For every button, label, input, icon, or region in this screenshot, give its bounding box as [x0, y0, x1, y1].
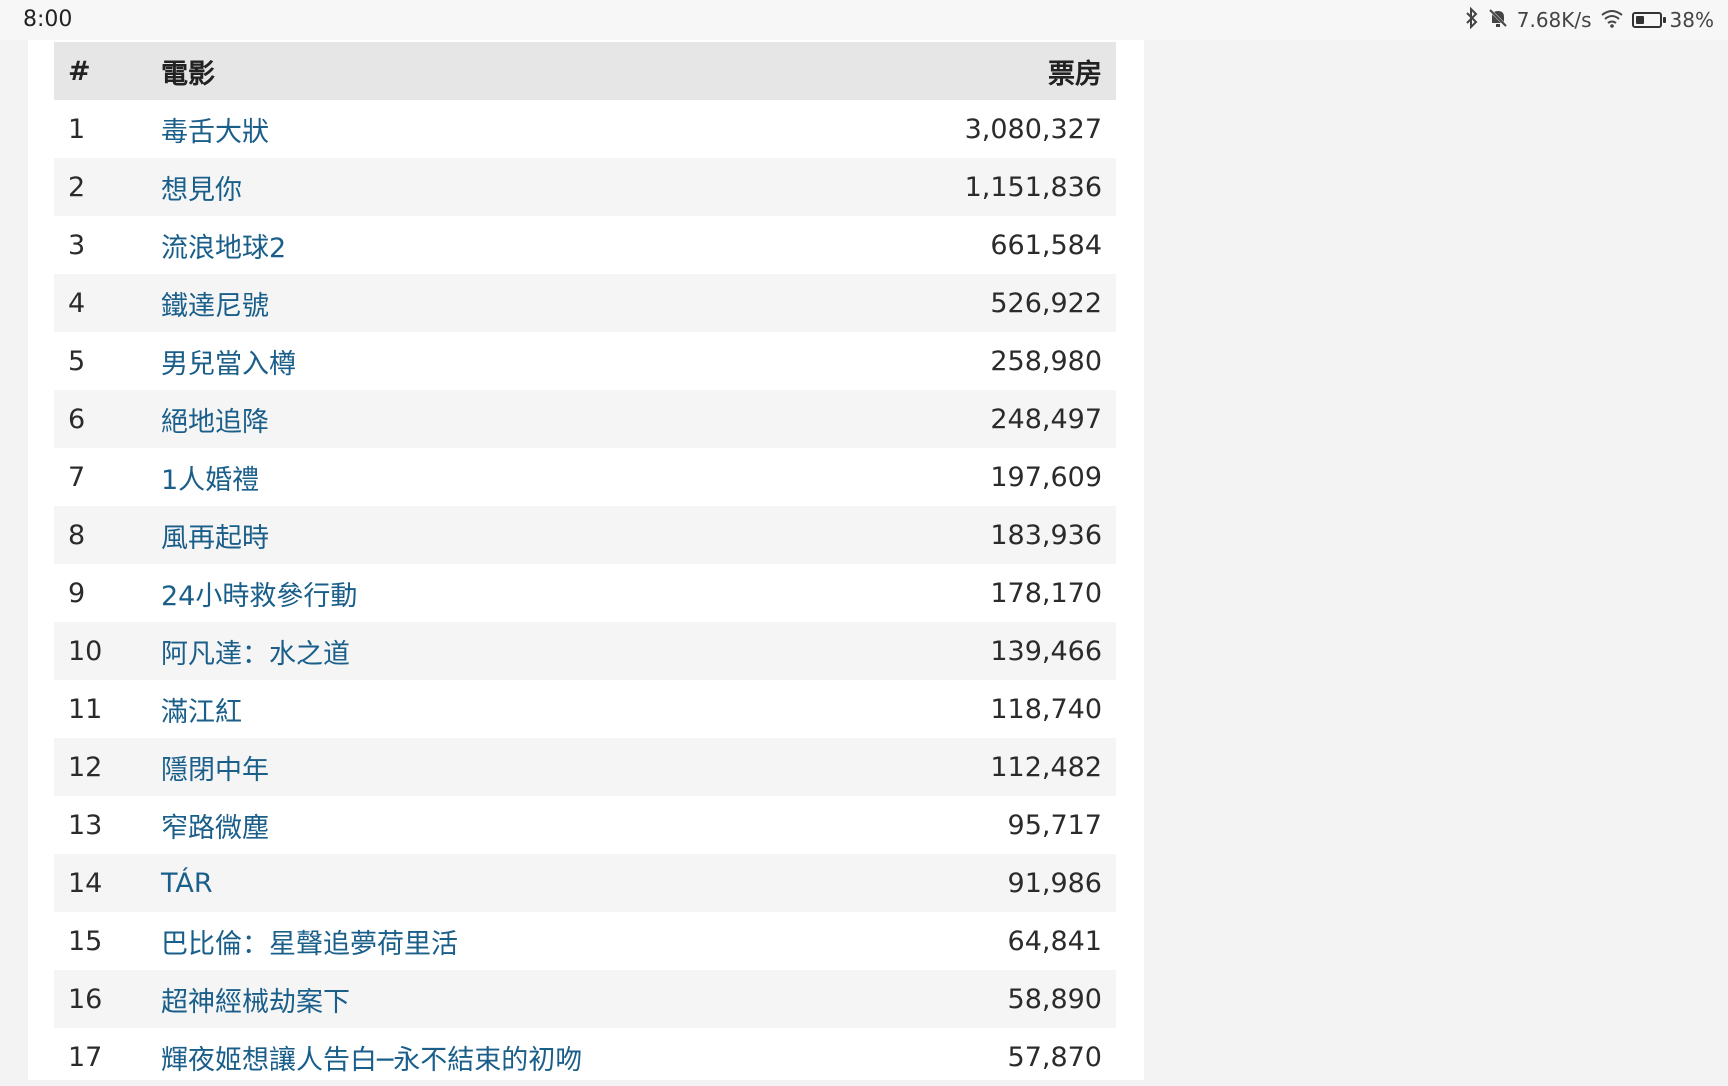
rank-cell: 10 [68, 635, 103, 667]
rank-cell: 4 [68, 287, 86, 319]
gross-cell: 95,717 [1007, 809, 1102, 841]
table-header-row: # 電影 票房 [54, 42, 1116, 100]
rank-cell: 2 [68, 171, 86, 203]
movie-link[interactable]: 流浪地球2 [161, 226, 286, 265]
gross-cell: 112,482 [990, 751, 1102, 783]
table-row: 14 TÁR 91,986 [54, 854, 1116, 912]
gross-cell: 197,609 [990, 461, 1102, 493]
rank-cell: 17 [68, 1041, 103, 1073]
rank-cell: 15 [68, 925, 103, 957]
movie-link[interactable]: 巴比倫：星聲追夢荷里活 [161, 922, 458, 961]
battery-percent: 38% [1669, 8, 1714, 32]
box-office-table: # 電影 票房 1 毒舌大狀 3,080,327 2 想見你 1,151,836 3 流浪地球… [54, 42, 1116, 1086]
table-row: 12 隱閉中年 112,482 [54, 738, 1116, 796]
table-row: 4 鐵達尼號 526,922 [54, 274, 1116, 332]
mute-icon [1487, 7, 1509, 33]
table-row: 13 窄路微塵 95,717 [54, 796, 1116, 854]
gross-cell: 3,080,327 [964, 113, 1102, 145]
movie-link[interactable]: 風再起時 [161, 516, 269, 555]
rank-cell: 1 [68, 113, 86, 145]
rank-cell: 11 [68, 693, 103, 725]
gross-cell: 57,870 [1007, 1041, 1102, 1073]
gross-cell: 258,980 [990, 345, 1102, 377]
rank-cell: 16 [68, 983, 103, 1015]
status-bar: 8:00 7.68K/s 38% [0, 0, 1728, 40]
movie-link[interactable]: 1人婚禮 [161, 458, 259, 497]
gross-cell: 248,497 [990, 403, 1102, 435]
table-row: 10 阿凡達：水之道 139,466 [54, 622, 1116, 680]
bluetooth-icon [1465, 6, 1479, 33]
header-gross[interactable]: 票房 [1048, 52, 1102, 91]
table-row: 11 滿江紅 118,740 [54, 680, 1116, 738]
gross-cell: 118,740 [990, 693, 1102, 725]
table-row: 16 超神經械劫案下 58,890 [54, 970, 1116, 1028]
movie-link[interactable]: 24小時救參行動 [161, 574, 357, 613]
table-row: 1 毒舌大狀 3,080,327 [54, 100, 1116, 158]
gross-cell: 526,922 [990, 287, 1102, 319]
battery-icon [1631, 12, 1666, 28]
table-row: 17 輝夜姬想讓人告白─永不結束的初吻 57,870 [54, 1028, 1116, 1086]
gross-cell: 91,986 [1007, 867, 1102, 899]
movie-link[interactable]: 超神經械劫案下 [161, 980, 350, 1019]
movie-link[interactable]: 男兒當入樽 [161, 342, 296, 381]
rank-cell: 12 [68, 751, 103, 783]
table-row: 15 巴比倫：星聲追夢荷里活 64,841 [54, 912, 1116, 970]
movie-link[interactable]: 絕地追降 [161, 400, 269, 439]
movie-link[interactable]: 滿江紅 [161, 690, 242, 729]
gross-cell: 64,841 [1007, 925, 1102, 957]
table-row: 2 想見你 1,151,836 [54, 158, 1116, 216]
rank-cell: 9 [68, 577, 86, 609]
movie-link[interactable]: 鐵達尼號 [161, 284, 269, 323]
table-row: 5 男兒當入樽 258,980 [54, 332, 1116, 390]
movie-link[interactable]: TÁR [161, 868, 213, 899]
table-row: 3 流浪地球2 661,584 [54, 216, 1116, 274]
gross-cell: 1,151,836 [964, 171, 1102, 203]
rank-cell: 6 [68, 403, 86, 435]
gross-cell: 183,936 [990, 519, 1102, 551]
header-rank[interactable]: # [68, 56, 91, 87]
table-row: 8 風再起時 183,936 [54, 506, 1116, 564]
rank-cell: 8 [68, 519, 86, 551]
table-row: 6 絕地追降 248,497 [54, 390, 1116, 448]
status-icons: 7.68K/s 38% [1465, 6, 1714, 33]
movie-link[interactable]: 隱閉中年 [161, 748, 269, 787]
header-movie[interactable]: 電影 [161, 52, 215, 91]
movie-link[interactable]: 窄路微塵 [161, 806, 269, 845]
movie-link[interactable]: 阿凡達：水之道 [161, 632, 350, 671]
movie-link[interactable]: 想見你 [161, 168, 242, 207]
movie-link[interactable]: 毒舌大狀 [161, 110, 269, 149]
rank-cell: 7 [68, 461, 86, 493]
gross-cell: 661,584 [990, 229, 1102, 261]
net-speed: 7.68K/s [1516, 8, 1592, 32]
gross-cell: 178,170 [990, 577, 1102, 609]
wifi-icon [1600, 8, 1624, 32]
table-row: 7 1人婚禮 197,609 [54, 448, 1116, 506]
movie-link[interactable]: 輝夜姬想讓人告白─永不結束的初吻 [161, 1038, 582, 1077]
table-row: 9 24小時救參行動 178,170 [54, 564, 1116, 622]
gross-cell: 139,466 [990, 635, 1102, 667]
rank-cell: 5 [68, 345, 86, 377]
status-time: 8:00 [23, 7, 73, 32]
gross-cell: 58,890 [1007, 983, 1102, 1015]
content-card: # 電影 票房 1 毒舌大狀 3,080,327 2 想見你 1,151,836 3 流浪地球… [28, 40, 1144, 1080]
rank-cell: 3 [68, 229, 86, 261]
rank-cell: 13 [68, 809, 103, 841]
rank-cell: 14 [68, 867, 103, 899]
